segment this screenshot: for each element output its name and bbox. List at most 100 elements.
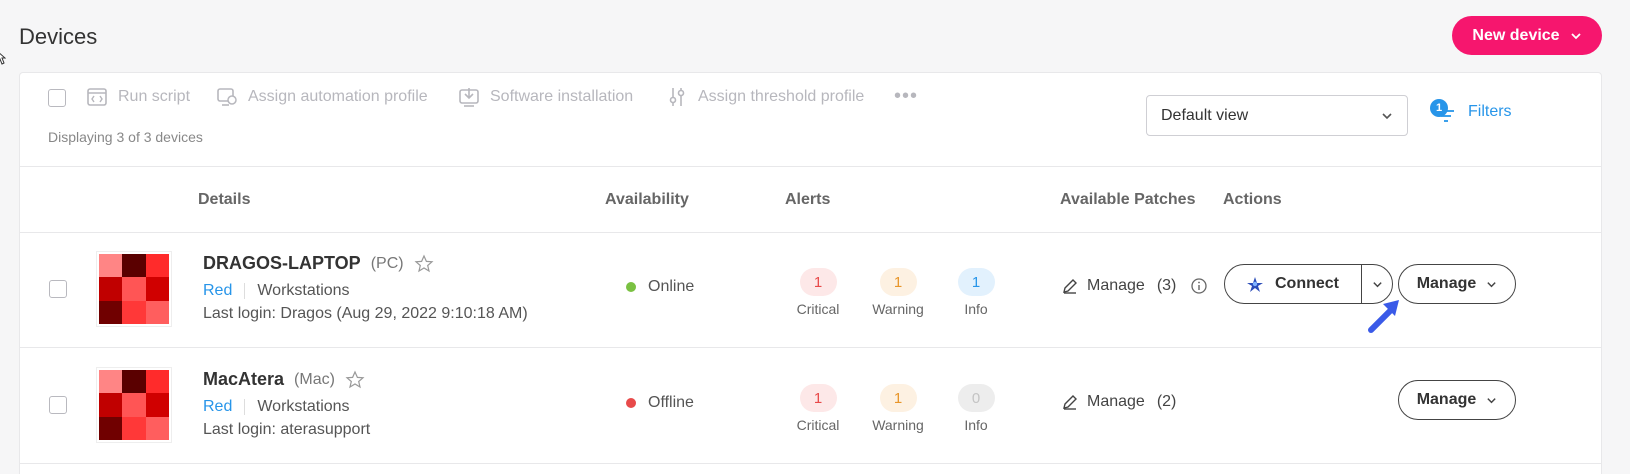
column-actions: Actions [1223,191,1282,208]
patches-count: (2) [1156,393,1177,410]
patches-label: Manage [1087,393,1145,410]
manage-button[interactable]: Manage [1398,264,1516,304]
divider [244,399,246,415]
patches-count: (3) [1156,277,1177,294]
chevron-down-icon [1570,32,1581,39]
critical-count: 1 [799,384,837,412]
new-device-label: New device [1472,26,1560,44]
connect-label: Connect [1275,275,1339,292]
warning-alerts[interactable]: 1 Warning [863,268,933,317]
warning-label: Warning [872,417,924,433]
info-count: 0 [957,384,995,412]
device-name[interactable]: MacAtera (Mac) [203,369,365,390]
software-installation-action[interactable]: Software installation [458,86,633,108]
row-checkbox[interactable] [49,280,67,298]
assign-threshold-action[interactable]: Assign threshold profile [666,86,864,108]
column-alerts: Alerts [785,191,831,208]
warning-count: 1 [879,384,917,412]
manage-patches-link[interactable]: Manage (2) [1061,393,1176,411]
warning-label: Warning [872,301,924,317]
view-select-value: Default view [1161,106,1249,124]
last-login: Last login: aterasupport [203,421,371,438]
script-icon [87,88,107,106]
critical-alerts[interactable]: 1 Critical [783,268,853,317]
new-device-button[interactable]: New device [1452,16,1602,55]
manage-button[interactable]: Manage [1398,380,1516,420]
assign-threshold-label: Assign threshold profile [698,88,865,105]
bulk-actions-toolbar: Run script Assign automation profile Sof… [20,73,1601,167]
device-type: (Mac) [294,370,335,388]
column-details: Details [198,191,251,208]
customer-link[interactable]: Red [203,398,232,416]
availability-label: Offline [648,394,694,411]
splashtop-icon [1247,277,1263,292]
chevron-down-icon [1487,281,1496,287]
filter-icon: 1 [1430,99,1456,125]
automation-icon [217,88,237,106]
customer-link[interactable]: Red [203,282,232,300]
info-count: 1 [957,268,995,296]
view-select[interactable]: Default view [1146,95,1408,136]
critical-label: Critical [796,417,840,433]
table-header: Details Availability Alerts Available Pa… [20,167,1601,233]
download-icon [459,88,479,107]
availability-status: Offline [626,394,694,412]
critical-count: 1 [799,268,837,296]
assign-automation-label: Assign automation profile [248,88,428,105]
chevron-down-icon [1487,397,1496,403]
manage-patches-link[interactable]: Manage (3) [1061,277,1208,295]
warning-count: 1 [879,268,917,296]
row-checkbox[interactable] [49,396,67,414]
device-count-text: Displaying 3 of 3 devices [48,129,203,145]
column-availability: Availability [605,191,689,208]
chevron-down-icon [1372,281,1382,287]
info-alerts[interactable]: 1 Info [941,268,1011,317]
info-alerts[interactable]: 0 Info [941,384,1011,433]
run-script-action[interactable]: Run script [86,86,190,108]
device-group: Workstations [257,282,350,299]
page-title: Devices [19,24,98,49]
filters-button[interactable]: 1 Filters [1430,99,1512,125]
sliders-icon [669,88,685,106]
pencil-icon [1063,395,1077,410]
more-icon: ••• [894,85,919,107]
devices-card: Run script Assign automation profile Sof… [19,72,1602,474]
device-meta: Red Workstations [203,398,350,416]
assign-automation-action[interactable]: Assign automation profile [216,86,428,108]
info-label: Info [964,417,988,433]
star-icon[interactable] [414,254,434,274]
manage-label: Manage [1416,275,1477,292]
last-login: Last login: Dragos (Aug 29, 2022 9:10:18… [203,305,528,322]
star-icon[interactable] [345,370,365,390]
info-label: Info [964,301,988,317]
annotation-arrow-icon [1368,300,1399,333]
patches-label: Manage [1087,277,1145,294]
table-row[interactable]: MacAtera (Mac) Red Workstations Last log… [20,349,1601,464]
pencil-icon [1063,279,1077,294]
device-meta: Red Workstations [203,282,350,300]
device-avatar [96,251,172,327]
critical-label: Critical [796,301,840,317]
column-available-patches: Available Patches [1060,191,1196,208]
device-name[interactable]: DRAGOS-LAPTOP (PC) [203,253,434,274]
select-all-checkbox[interactable] [48,89,66,107]
warning-alerts[interactable]: 1 Warning [863,384,933,433]
filter-count-badge: 1 [1430,99,1448,117]
availability-label: Online [648,278,695,295]
mouse-cursor-icon [0,52,6,65]
critical-alerts[interactable]: 1 Critical [783,384,853,433]
software-installation-label: Software installation [490,88,634,105]
offline-status-dot [626,398,636,408]
info-icon[interactable] [1190,277,1208,295]
more-actions-button[interactable]: ••• [894,85,918,108]
divider [244,283,246,299]
run-script-label: Run script [118,88,191,105]
connect-button[interactable]: Connect [1225,265,1362,303]
device-group: Workstations [257,398,350,415]
availability-status: Online [626,278,694,296]
chevron-down-icon [1382,112,1392,119]
device-type: (PC) [370,254,404,272]
filters-label: Filters [1468,103,1512,120]
online-status-dot [626,282,636,292]
device-avatar [96,367,172,443]
